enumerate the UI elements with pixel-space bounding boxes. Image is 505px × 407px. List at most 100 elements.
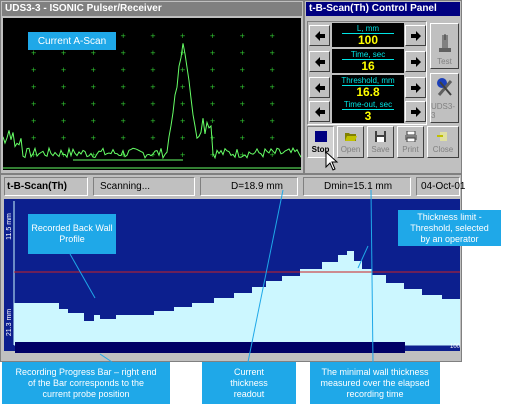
ascan-grid-mark: +	[150, 100, 156, 108]
callout-min-thickness-line2: measured over the elapsed	[320, 377, 430, 388]
ascan-grid-mark: +	[120, 49, 126, 57]
ascan-grid-mark: +	[210, 117, 216, 125]
ascan-grid-mark: +	[180, 66, 186, 74]
ascan-grid-mark: +	[150, 49, 156, 57]
callout-back-wall: Recorded Back Wall Profile	[28, 214, 116, 254]
timeout-decrease-button[interactable]	[309, 101, 330, 122]
ascan-grid-mark: +	[31, 49, 37, 57]
callout-threshold-line3: by an operator	[420, 233, 479, 244]
exit-icon	[437, 132, 447, 141]
test-button[interactable]: Test	[430, 23, 459, 69]
stop-icon	[314, 131, 327, 142]
ascan-grid-mark: +	[150, 117, 156, 125]
ascan-grid-mark: +	[269, 49, 275, 57]
callout-back-wall-line2: Profile	[59, 234, 85, 244]
callout-current-thickness-line1: Current	[233, 366, 264, 377]
ascan-grid-mark: +	[31, 134, 37, 142]
mouse-cursor-icon	[325, 151, 339, 171]
threshold-increase-button[interactable]	[405, 77, 426, 98]
minimum-thickness: Dmin=15.1 mm	[303, 177, 411, 196]
callout-progress-line3: current probe position	[42, 388, 130, 399]
threshold-display: Threshold, mm 16.8	[332, 75, 404, 99]
ascan-grid-mark: +	[239, 66, 245, 74]
save-label: Save	[371, 145, 390, 154]
ascan-grid-mark: +	[61, 49, 67, 57]
close-button[interactable]: Close	[427, 126, 459, 158]
x-tick-100: 100	[450, 344, 461, 350]
ascan-titlebar: UDS3-3 - ISONIC Pulser/Receiver	[2, 2, 302, 16]
ascan-grid-mark: +	[90, 100, 96, 108]
save-button[interactable]: Save	[367, 126, 394, 158]
callout-min-thickness: The minimal wall thickness measured over…	[310, 362, 440, 404]
time-decrease-button[interactable]	[309, 51, 330, 72]
callout-min-thickness-line1: The minimal wall thickness	[321, 366, 429, 377]
ascan-grid-mark: +	[180, 83, 186, 91]
ascan-grid-mark: +	[90, 83, 96, 91]
callout-progress-line2: of the Bar corresponds to the	[27, 377, 145, 388]
ascan-grid-mark: +	[150, 66, 156, 74]
printer-icon	[404, 131, 417, 142]
ascan-grid-mark: +	[180, 100, 186, 108]
arrow-left-icon	[314, 82, 325, 93]
ascan-grid-mark: +	[120, 117, 126, 125]
control-panel-titlebar: t-B-Scan(Th) Control Panel	[306, 2, 460, 16]
arrow-right-icon	[410, 82, 421, 93]
ascan-title: UDS3-3 - ISONIC Pulser/Receiver	[5, 3, 162, 14]
ascan-grid-mark: +	[239, 117, 245, 125]
control-panel-title: t-B-Scan(Th) Control Panel	[309, 3, 437, 14]
open-button[interactable]: Open	[337, 126, 364, 158]
arrow-right-icon	[410, 30, 421, 41]
uds-label: UDS3-3	[431, 102, 456, 120]
status-state: Scanning...	[93, 177, 195, 196]
probe-icon	[438, 34, 451, 52]
ascan-grid-mark: +	[239, 49, 245, 57]
length-value: 100	[357, 33, 379, 47]
ascan-grid-mark: +	[210, 134, 216, 142]
close-label: Close	[432, 145, 454, 154]
y-top-label: 11.5 mm	[5, 213, 13, 240]
ascan-grid-mark: +	[150, 134, 156, 142]
length-decrease-button[interactable]	[309, 25, 330, 46]
timeout-value: 3	[364, 109, 372, 123]
current-thickness: D=18.9 mm	[200, 177, 298, 196]
ascan-grid-mark: +	[150, 151, 156, 159]
ascan-grid-mark: +	[210, 83, 216, 91]
threshold-value: 16.8	[356, 85, 380, 99]
threshold-decrease-button[interactable]	[309, 77, 330, 98]
callout-current-ascan-text: Current A-Scan	[37, 35, 107, 47]
ascan-grid-mark: +	[150, 83, 156, 91]
ascan-grid-mark: +	[150, 32, 156, 40]
ascan-grid-mark: +	[269, 100, 275, 108]
ascan-grid-mark: +	[31, 117, 37, 125]
timeout-increase-button[interactable]	[405, 101, 426, 122]
ascan-grid-mark: +	[61, 66, 67, 74]
ascan-grid-mark: +	[120, 66, 126, 74]
time-increase-button[interactable]	[405, 51, 426, 72]
arrow-left-icon	[314, 56, 325, 67]
ascan-grid-mark: +	[61, 117, 67, 125]
callout-threshold: Thickness limit - Threshold, selected by…	[398, 210, 501, 246]
ascan-grid-mark: +	[269, 134, 275, 142]
length-increase-button[interactable]	[405, 25, 426, 46]
ascan-grid-mark: +	[61, 134, 67, 142]
ascan-grid-mark: +	[269, 66, 275, 74]
ascan-grid-mark: +	[269, 32, 275, 40]
uds-button[interactable]: UDS3-3	[430, 73, 459, 123]
arrow-right-icon	[410, 56, 421, 67]
ascan-grid-mark: +	[239, 32, 245, 40]
ascan-grid-mark: +	[90, 134, 96, 142]
callout-current-thickness: Current thickness readout	[202, 362, 296, 404]
ascan-grid-mark: +	[180, 134, 186, 142]
callout-threshold-line1: Thickness limit -	[417, 211, 482, 222]
callout-progress: Recording Progress Bar – right end of th…	[2, 362, 170, 404]
ascan-grid-mark: +	[90, 49, 96, 57]
print-button[interactable]: Print	[397, 126, 424, 158]
callout-progress-line1: Recording Progress Bar – right end	[15, 366, 157, 377]
ascan-grid-mark: +	[180, 117, 186, 125]
ascan-grid-mark: +	[210, 32, 216, 40]
y-bottom-label: 21.3 mm	[6, 308, 14, 337]
callout-threshold-line2: Threshold, selected	[410, 222, 489, 233]
arrow-right-icon	[410, 106, 421, 117]
ascan-grid-mark: +	[90, 66, 96, 74]
time-display: Time, sec 16	[332, 49, 404, 73]
